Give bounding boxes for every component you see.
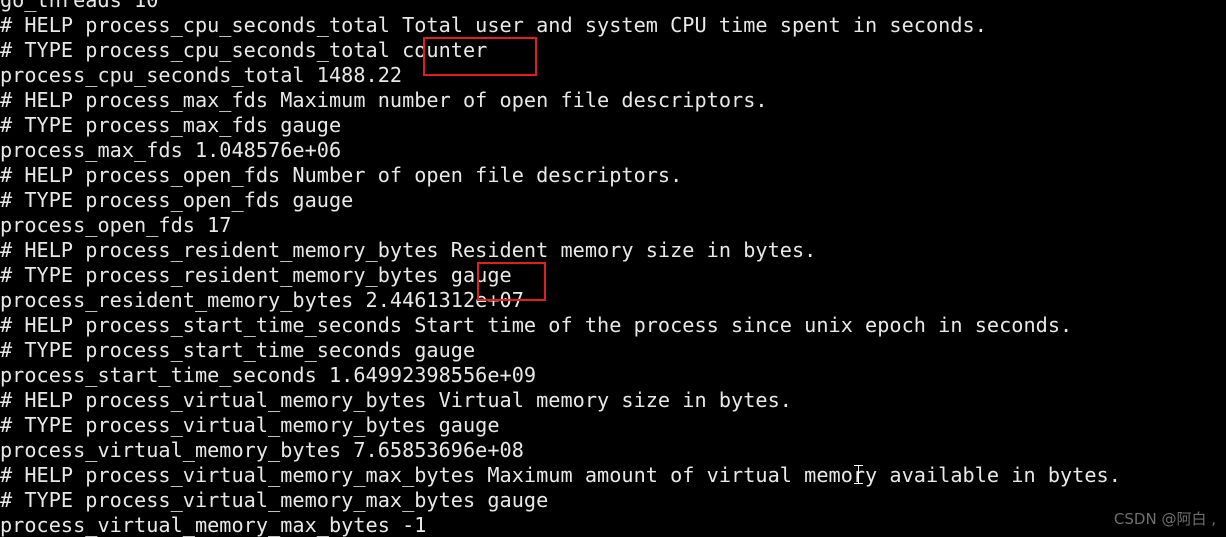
terminal-window[interactable]: go_threads 10 # HELP process_cpu_seconds_… <box>0 0 1226 537</box>
terminal-line: process_virtual_memory_max_bytes -1 <box>0 513 427 537</box>
terminal-line: # TYPE process_max_fds gauge <box>0 113 342 137</box>
terminal-line: # HELP process_open_fds Number of open f… <box>0 163 683 187</box>
terminal-line: # TYPE process_cpu_seconds_total counter <box>0 38 488 62</box>
terminal-line: # HELP process_virtual_memory_bytes Virt… <box>0 388 792 412</box>
terminal-line: process_virtual_memory_bytes 7.65853696e… <box>0 438 524 462</box>
terminal-line: # TYPE process_resident_memory_bytes gau… <box>0 263 512 287</box>
terminal-line: # HELP process_cpu_seconds_total Total u… <box>0 13 987 37</box>
terminal-line: # TYPE process_start_time_seconds gauge <box>0 338 476 362</box>
terminal-line: process_open_fds 17 <box>0 213 232 237</box>
terminal-line: process_start_time_seconds 1.64992398556… <box>0 363 537 387</box>
terminal-line: process_cpu_seconds_total 1488.22 <box>0 63 403 87</box>
terminal-output: go_threads 10 # HELP process_cpu_seconds_… <box>0 0 1226 537</box>
terminal-line: process_max_fds 1.048576e+06 <box>0 138 342 162</box>
terminal-line: # HELP process_resident_memory_bytes Res… <box>0 238 817 262</box>
terminal-line: go_threads 10 <box>0 0 159 12</box>
terminal-line: # TYPE process_open_fds gauge <box>0 188 354 212</box>
terminal-line: # HELP process_virtual_memory_max_bytes … <box>0 463 1121 487</box>
watermark: CSDN @阿白 , <box>1113 510 1216 528</box>
terminal-line: process_resident_memory_bytes 2.4461312e… <box>0 288 524 312</box>
terminal-line: # HELP process_start_time_seconds Start … <box>0 313 1073 337</box>
terminal-line: # TYPE process_virtual_memory_bytes gaug… <box>0 413 500 437</box>
terminal-line: # TYPE process_virtual_memory_max_bytes … <box>0 488 549 512</box>
terminal-line: # HELP process_max_fds Maximum number of… <box>0 88 768 112</box>
